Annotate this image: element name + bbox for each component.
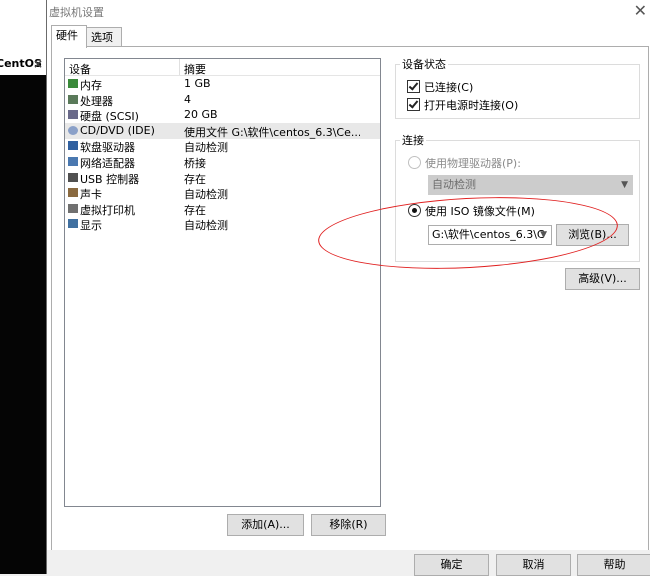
network-adapter-icon (68, 157, 78, 166)
device-summary: 自动检测 (184, 188, 228, 202)
add-button[interactable]: 添加(A)... (227, 514, 304, 536)
column-header-summary[interactable]: 摘要 (184, 61, 206, 77)
connected-checkbox[interactable] (407, 80, 420, 93)
device-row[interactable]: 软盘驱动器 自动检测 (65, 138, 380, 154)
tab-content: 设备 摘要 内存 1 GB 处理器 4 硬盘 (SCSI) 20 GB CD/DVD (ID… (51, 46, 649, 552)
tab-label: 选项 (91, 31, 113, 44)
physical-drive-label: 使用物理驱动器(P): (425, 157, 521, 170)
dialog-title: 虚拟机设置 (49, 6, 104, 19)
device-list[interactable]: 设备 摘要 内存 1 GB 处理器 4 硬盘 (SCSI) 20 GB CD/DVD (ID… (64, 58, 381, 507)
device-row[interactable]: USB 控制器 存在 (65, 170, 380, 186)
memory-icon (68, 79, 78, 88)
physical-drive-select[interactable]: 自动检测 ▼ (428, 175, 633, 195)
device-row[interactable]: 硬盘 (SCSI) 20 GB (65, 107, 380, 123)
tab-label: 硬件 (56, 29, 78, 42)
background-tab[interactable]: CentOS × (0, 53, 46, 75)
iso-image-label: 使用 ISO 镜像文件(M) (425, 205, 535, 218)
tab-hardware[interactable]: 硬件 (51, 25, 87, 48)
device-summary: 20 GB (184, 108, 218, 122)
printer-icon (68, 203, 78, 213)
device-row[interactable]: 网络适配器 桥接 (65, 154, 380, 170)
remove-button[interactable]: 移除(R) (311, 514, 386, 536)
help-button[interactable]: 帮助 (577, 554, 650, 576)
advanced-button[interactable]: 高级(V)... (565, 268, 640, 290)
device-row[interactable]: 处理器 4 (65, 92, 380, 108)
device-status-title: 设备状态 (400, 56, 448, 72)
physical-drive-radio[interactable] (408, 156, 421, 169)
device-name: 处理器 (80, 94, 113, 108)
physical-drive-value: 自动检测 (432, 178, 476, 191)
chevron-down-icon[interactable]: ▼ (540, 226, 547, 244)
display-icon (68, 219, 78, 229)
device-name: 网络适配器 (80, 157, 135, 170)
chevron-down-icon: ▼ (621, 180, 628, 190)
device-row[interactable]: 内存 1 GB (65, 76, 380, 92)
cancel-button[interactable]: 取消 (496, 554, 571, 576)
device-list-header: 设备 摘要 (65, 59, 380, 76)
dialog-footer: 确定 取消 帮助 (47, 550, 650, 576)
device-row[interactable]: 虚拟打印机 存在 (65, 201, 380, 217)
hard-disk-icon (68, 110, 78, 120)
device-name: 显示 (80, 219, 102, 233)
tab-options[interactable]: 选项 (86, 27, 122, 47)
device-row[interactable]: 显示 自动检测 (65, 216, 380, 232)
device-name: 内存 (80, 79, 102, 92)
processor-icon (68, 94, 78, 104)
column-header-device[interactable]: 设备 (69, 61, 91, 77)
close-icon[interactable]: ✕ (634, 1, 647, 20)
device-name: 声卡 (80, 188, 102, 202)
device-summary: 桥接 (184, 157, 206, 170)
iso-path-value: G:\软件\centos_6.3\C (432, 228, 545, 241)
vm-settings-dialog: 虚拟机设置 ✕ 硬件 选项 设备 摘要 内存 1 GB 处理器 4 硬盘 (SCSI) 2… (46, 0, 650, 576)
device-row[interactable]: CD/DVD (IDE) 使用文件 G:\软件\centos_6.3\Ce... (65, 122, 380, 139)
iso-image-radio[interactable] (408, 204, 421, 217)
device-name: CD/DVD (IDE) (80, 123, 155, 137)
connect-on-power-checkbox[interactable] (407, 98, 420, 111)
cd-dvd-icon (68, 125, 78, 135)
device-summary: 4 (184, 92, 191, 106)
device-summary: 自动检测 (184, 219, 228, 233)
floppy-icon (68, 141, 78, 151)
connection-title: 连接 (400, 132, 426, 148)
close-icon[interactable]: × (33, 53, 43, 75)
device-summary: 存在 (184, 172, 206, 186)
device-summary: 存在 (184, 203, 206, 217)
connect-on-power-label: 打开电源时连接(O) (424, 99, 519, 112)
title-bar: 虚拟机设置 ✕ (47, 0, 650, 24)
connected-label: 已连接(C) (424, 81, 474, 94)
background-terminal (0, 75, 46, 574)
ok-button[interactable]: 确定 (414, 554, 489, 576)
usb-icon (68, 172, 78, 182)
device-name: 软盘驱动器 (80, 141, 135, 155)
device-summary: 1 GB (184, 77, 211, 90)
device-row[interactable]: 声卡 自动检测 (65, 185, 380, 201)
iso-path-combobox[interactable]: G:\软件\centos_6.3\C ▼ (428, 225, 552, 245)
browse-button[interactable]: 浏览(B)... (556, 224, 629, 246)
sound-card-icon (68, 188, 78, 198)
device-name: 硬盘 (SCSI) (80, 110, 139, 124)
device-summary: 使用文件 G:\软件\centos_6.3\Ce... (184, 125, 360, 139)
device-summary: 自动检测 (184, 141, 228, 155)
device-name: USB 控制器 (80, 172, 140, 186)
device-name: 虚拟打印机 (80, 203, 135, 217)
